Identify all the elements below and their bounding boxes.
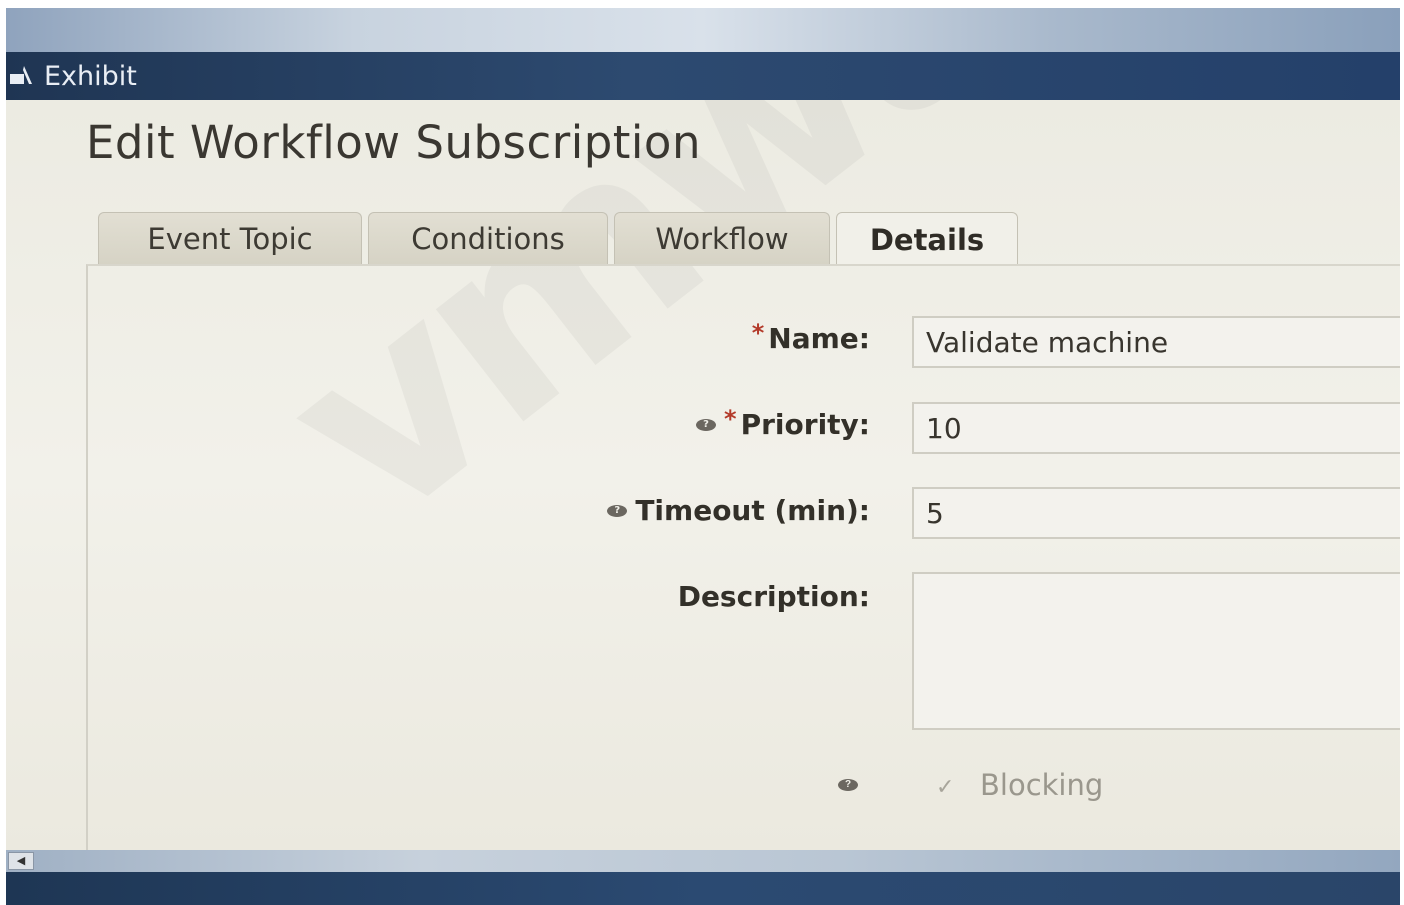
horizontal-scrollbar[interactable]: ◀ bbox=[6, 850, 1400, 872]
window-title-bar: Exhibit bbox=[6, 52, 1400, 100]
window-title: Exhibit bbox=[44, 60, 137, 92]
help-icon[interactable]: ? bbox=[838, 779, 858, 791]
blocking-row: ? ✓ Blocking bbox=[838, 768, 1103, 802]
tab-details[interactable]: Details bbox=[836, 212, 1018, 266]
timeout-label-row: ? Timeout (min): bbox=[607, 494, 870, 527]
tab-workflow[interactable]: Workflow bbox=[614, 212, 830, 264]
help-icon[interactable]: ? bbox=[607, 504, 628, 517]
priority-field[interactable]: 10 bbox=[912, 402, 1400, 454]
scroll-left-icon[interactable]: ◀ bbox=[8, 852, 34, 870]
required-marker: * bbox=[724, 404, 737, 433]
name-label-row: * Name: bbox=[751, 318, 870, 356]
blocking-label: Blocking bbox=[980, 768, 1104, 802]
description-label: Description: bbox=[677, 580, 870, 613]
tab-event-topic[interactable]: Event Topic bbox=[98, 212, 362, 264]
tab-conditions[interactable]: Conditions bbox=[368, 212, 608, 264]
page-title: Edit Workflow Subscription bbox=[86, 116, 701, 169]
tab-bar: Event Topic Conditions Workflow Details bbox=[98, 212, 1018, 266]
description-label-row: Description: bbox=[678, 580, 870, 613]
priority-label: Priority: bbox=[740, 408, 870, 441]
name-label: Name: bbox=[768, 322, 870, 355]
priority-label-row: ? * Priority: bbox=[696, 404, 870, 441]
name-field[interactable]: Validate machine bbox=[912, 316, 1400, 368]
timeout-field[interactable]: 5 bbox=[912, 487, 1400, 539]
description-field[interactable] bbox=[912, 572, 1400, 730]
help-icon[interactable]: ? bbox=[696, 418, 717, 431]
dialog-content: vmware Edit Workflow Subscription Event … bbox=[6, 100, 1400, 850]
timeout-label: Timeout (min): bbox=[635, 494, 870, 527]
required-marker: * bbox=[751, 318, 765, 347]
window-top-bar bbox=[6, 8, 1400, 52]
blocking-checkbox[interactable]: ✓ bbox=[936, 774, 958, 799]
exhibit-icon bbox=[10, 64, 38, 88]
window-bottom-bar bbox=[6, 872, 1400, 905]
